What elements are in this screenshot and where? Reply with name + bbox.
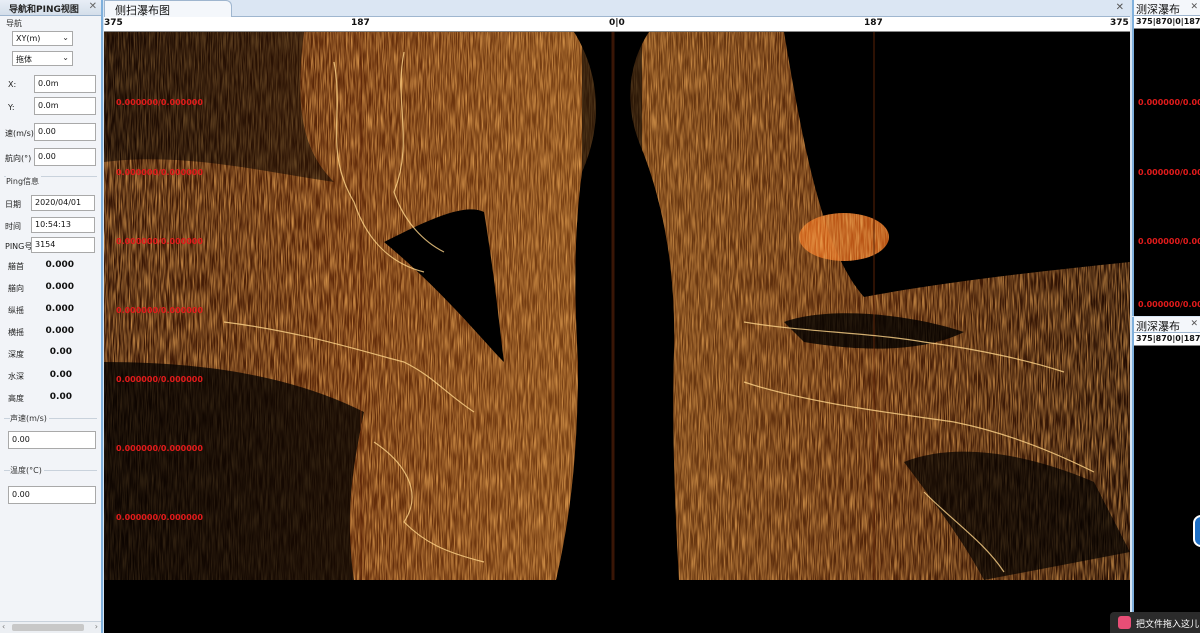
heading-field[interactable]: 0.00 [34, 148, 96, 166]
ruler-tick: 187 [351, 18, 370, 28]
tab-title: 测深瀑布 [1136, 320, 1180, 333]
attitude-label: 水深 [8, 372, 24, 381]
x-field[interactable]: 0.0m [34, 75, 96, 93]
sidescan-tabbar: 侧扫瀑布图 ✕ [104, 0, 1130, 17]
attitude-label: 深度 [8, 350, 24, 359]
attitude-value: 0.000 [45, 304, 74, 314]
attitude-label: 艏向 [8, 284, 24, 293]
attitude-label: 高度 [8, 394, 24, 403]
close-icon[interactable]: ✕ [89, 1, 97, 12]
coord-select[interactable]: XY(m) ⌄ [12, 31, 73, 46]
nav-section-label: 导航 [6, 19, 22, 28]
chevron-down-icon: ⌄ [62, 53, 69, 62]
temperature-field[interactable]: 0.00 [8, 486, 96, 504]
ruler-tick: 375 [104, 18, 123, 28]
chevron-down-icon: ⌄ [62, 33, 69, 42]
row-position-label: 0.000000/0.000000 [116, 444, 203, 453]
row-position-label: 0.000000/0.000000 [116, 513, 203, 522]
attitude-value: 0.00 [49, 347, 72, 357]
file-drop-text: 把文件拖入这儿 [1136, 620, 1200, 630]
bathymetry-waterfall-top: 测深瀑布 ✕ 375|870|0|187|375 0.000000/0.0000… [1132, 0, 1200, 316]
attitude-label: 艏首 [8, 262, 24, 271]
ping-number-field[interactable]: 3154 [31, 237, 95, 253]
y-field[interactable]: 0.0m [34, 97, 96, 115]
scrollbar-thumb[interactable] [12, 624, 84, 631]
ping-number-label: PING号 [5, 242, 33, 251]
ruler-tick: 375 [1110, 18, 1129, 28]
attitude-value: 0.000 [45, 260, 74, 270]
file-drop-icon [1118, 616, 1131, 629]
close-icon[interactable]: ✕ [1116, 2, 1124, 13]
attitude-label: 纵摇 [8, 306, 24, 315]
speed-field[interactable]: 0.00 [34, 123, 96, 141]
sound-speed-label: 声速(m/s) [10, 413, 49, 424]
y-label: Y: [8, 103, 15, 112]
bathymetry-ruler: 375|870|0|187|375 [1134, 333, 1200, 346]
temperature-label: 温度(°C) [10, 465, 44, 476]
row-position-label: 0.000000/0.000000 [116, 375, 203, 384]
arrow-left-icon[interactable]: ‹ [2, 622, 5, 631]
panel-title-text: 导航和PING视图 [9, 5, 79, 15]
row-position-label: 0.000000/0.000000 [1138, 98, 1200, 107]
sidescan-waterfall-window: 侧扫瀑布图 ✕ 375 187 0|0 187 375 0.000000/0.0… [104, 0, 1130, 633]
date-label: 日期 [5, 200, 21, 209]
horizontal-scrollbar[interactable]: ‹ › [0, 621, 101, 633]
row-position-label: 0.000000/0.000000 [116, 306, 203, 315]
row-position-label: 0.000000/0.000000 [116, 237, 203, 246]
coord-select-value: XY(m) [16, 34, 41, 43]
time-field[interactable]: 10:54:13 [31, 217, 95, 233]
row-position-label: 0.000000/0.000000 [116, 98, 203, 107]
tab-bathymetry-waterfall[interactable]: 测深瀑布 ✕ [1134, 317, 1200, 333]
attitude-value: 0.000 [45, 282, 74, 292]
ruler-tick: 187 [864, 18, 883, 28]
tab-sidescan-waterfall[interactable]: 侧扫瀑布图 [104, 0, 232, 17]
date-field[interactable]: 2020/04/01 [31, 195, 95, 211]
arrow-right-icon[interactable]: › [95, 622, 98, 631]
attitude-label: 横摇 [8, 328, 24, 337]
ruler-tick: 0|0 [609, 18, 625, 28]
floating-assistant-button[interactable] [1193, 515, 1200, 547]
nav-ping-panel-title: 导航和PING视图 ✕ [0, 0, 101, 16]
tab-title: 测深瀑布 [1136, 3, 1180, 16]
source-select[interactable]: 拖体 ⌄ [12, 51, 73, 66]
file-drop-hint[interactable]: 把文件拖入这儿 [1110, 612, 1200, 633]
time-label: 时间 [5, 222, 21, 231]
row-position-label: 0.000000/0.000000 [116, 168, 203, 177]
bathymetry-waterfall-bottom: 测深瀑布 ✕ 375|870|0|187|375 [1132, 317, 1200, 633]
tab-bathymetry-waterfall[interactable]: 测深瀑布 ✕ [1134, 0, 1200, 16]
ping-section-label: Ping信息 [6, 176, 42, 187]
attitude-value: 0.000 [45, 326, 74, 336]
row-position-label: 0.000000/0.000000 [1138, 168, 1200, 177]
row-position-label: 0.000000/0.000000 [1138, 237, 1200, 246]
speed-label: 速(m/s) [5, 129, 34, 138]
attitude-value: 0.00 [49, 392, 72, 402]
row-position-label: 0.000000/0.000000 [1138, 300, 1200, 309]
close-icon[interactable]: ✕ [1190, 319, 1198, 329]
bathymetry-ruler: 375|870|0|187|375 [1134, 16, 1200, 29]
close-icon[interactable]: ✕ [1190, 2, 1198, 12]
source-select-value: 拖体 [16, 55, 32, 64]
sound-speed-field[interactable]: 0.00 [8, 431, 96, 449]
x-label: X: [8, 80, 17, 89]
range-ruler: 375 187 0|0 187 375 [104, 17, 1130, 32]
sonar-image [104, 32, 1130, 580]
nav-ping-panel: 导航和PING视图 ✕ 导航 XY(m) ⌄ 拖体 ⌄ X: 0.0m Y: 0… [0, 0, 103, 633]
app-root: 导航和PING视图 ✕ 导航 XY(m) ⌄ 拖体 ⌄ X: 0.0m Y: 0… [0, 0, 1200, 633]
attitude-value: 0.00 [49, 370, 72, 380]
heading-label: 航向(°) [5, 154, 32, 163]
